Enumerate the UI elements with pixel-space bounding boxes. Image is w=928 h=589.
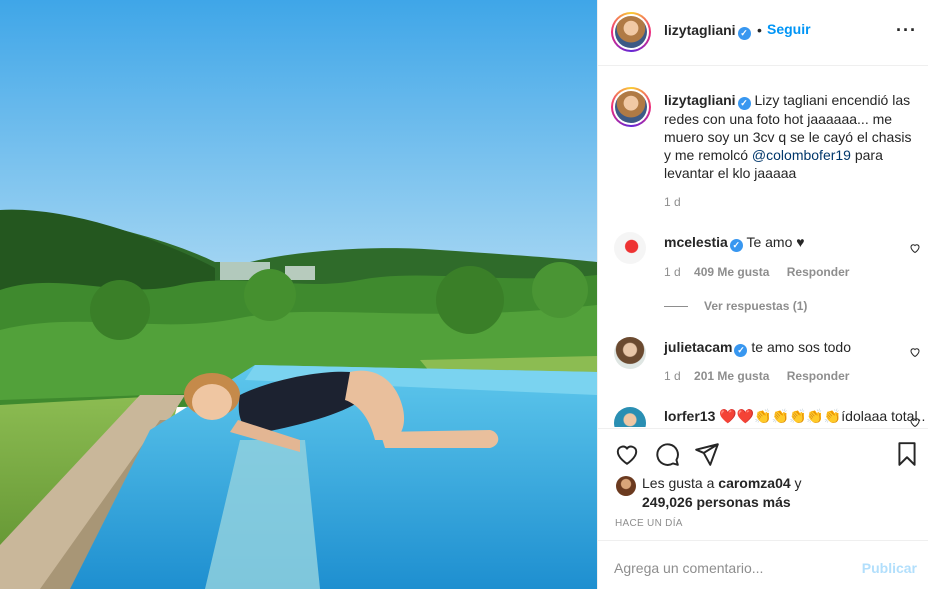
comment-text: te amo sos todo <box>751 339 851 355</box>
likes-summary: Les gusta a caromza04 y 249,026 personas… <box>642 474 802 512</box>
comment-username[interactable]: julietacam <box>664 339 732 355</box>
liker-username-link[interactable]: caromza04 <box>718 475 790 491</box>
caption-time: 1 d <box>664 195 681 209</box>
like-comment-heart-icon[interactable] <box>909 346 921 358</box>
verified-badge-icon: ✓ <box>729 239 743 252</box>
post-actions: Les gusta a caromza04 y 249,026 personas… <box>598 428 928 540</box>
comment-text: ❤️❤️👏👏👏👏👏ídolaaa total.. <box>719 408 926 424</box>
separator-dot: • <box>757 22 762 38</box>
comment-meta: 1 d 409 Me gusta Responder <box>664 265 863 279</box>
verified-badge-icon: ✓ <box>737 27 751 40</box>
comment-icon[interactable] <box>654 441 680 467</box>
comment-likes-link[interactable]: 201 Me gusta <box>694 369 769 383</box>
comment-input[interactable]: Agrega un comentario... <box>614 560 763 576</box>
liker-avatar[interactable] <box>616 476 636 496</box>
comment-row: lorfer13 ❤️❤️👏👏👏👏👏ídolaaa total.. <box>664 408 925 425</box>
post-header: lizytagliani ✓ • Seguir ··· <box>598 0 928 66</box>
comment-avatar[interactable] <box>614 337 646 369</box>
author-avatar[interactable] <box>611 12 651 52</box>
publish-button[interactable]: Publicar <box>862 560 917 576</box>
post-side-panel: lizytagliani ✓ • Seguir ··· lizytagliani ✓… <box>597 0 928 589</box>
comment-avatar[interactable] <box>614 232 646 264</box>
comment-meta: 1 d 201 Me gusta Responder <box>664 369 863 383</box>
post-caption: lizytagliani ✓ Lizy tagliani encendió las… <box>664 91 922 182</box>
author-username[interactable]: lizytagliani <box>664 22 736 38</box>
comment-row: mcelestia ✓ Te amo ♥ <box>664 234 805 252</box>
heart-icon[interactable] <box>614 441 640 467</box>
comment-text: Te amo ♥ <box>746 234 805 250</box>
comment-row: julietacam ✓ te amo sos todo <box>664 339 851 357</box>
comment-username[interactable]: lorfer13 <box>664 408 715 424</box>
post-photo[interactable] <box>0 0 597 589</box>
likes-count-link[interactable]: 249,026 personas más <box>642 494 791 510</box>
view-replies-button[interactable]: Ver respuestas (1) <box>664 299 807 313</box>
comment-time: 1 d <box>664 265 681 279</box>
comments-list[interactable]: lizytagliani ✓ Lizy tagliani encendió las… <box>598 67 928 427</box>
share-icon[interactable] <box>694 441 720 467</box>
caption-mention-link[interactable]: @colombofer19 <box>752 147 851 163</box>
follow-button[interactable]: Seguir <box>767 21 811 37</box>
post-timestamp: HACE UN DÍA <box>615 518 683 529</box>
likes-join: y <box>790 475 802 491</box>
like-comment-heart-icon[interactable] <box>909 242 921 254</box>
comment-time: 1 d <box>664 369 681 383</box>
reply-button[interactable]: Responder <box>787 265 850 279</box>
like-comment-heart-icon[interactable] <box>909 416 921 427</box>
verified-badge-icon: ✓ <box>737 97 751 110</box>
more-options-icon[interactable]: ··· <box>896 21 917 39</box>
author-username-link[interactable]: lizytagliani ✓ <box>664 22 751 40</box>
caption-author-avatar[interactable] <box>611 87 651 127</box>
comment-avatar[interactable] <box>614 407 646 427</box>
view-replies-label: Ver respuestas (1) <box>704 299 808 313</box>
comment-likes-link[interactable]: 409 Me gusta <box>694 265 769 279</box>
comment-username[interactable]: mcelestia <box>664 234 728 250</box>
reply-button[interactable]: Responder <box>787 369 850 383</box>
add-comment-bar: Agrega un comentario... Publicar <box>598 540 928 589</box>
verified-badge-icon: ✓ <box>734 344 748 357</box>
caption-username[interactable]: lizytagliani <box>664 92 736 108</box>
likes-prefix: Les gusta a <box>642 475 719 491</box>
bookmark-icon[interactable] <box>894 441 920 467</box>
pool-landscape-image <box>0 0 597 589</box>
